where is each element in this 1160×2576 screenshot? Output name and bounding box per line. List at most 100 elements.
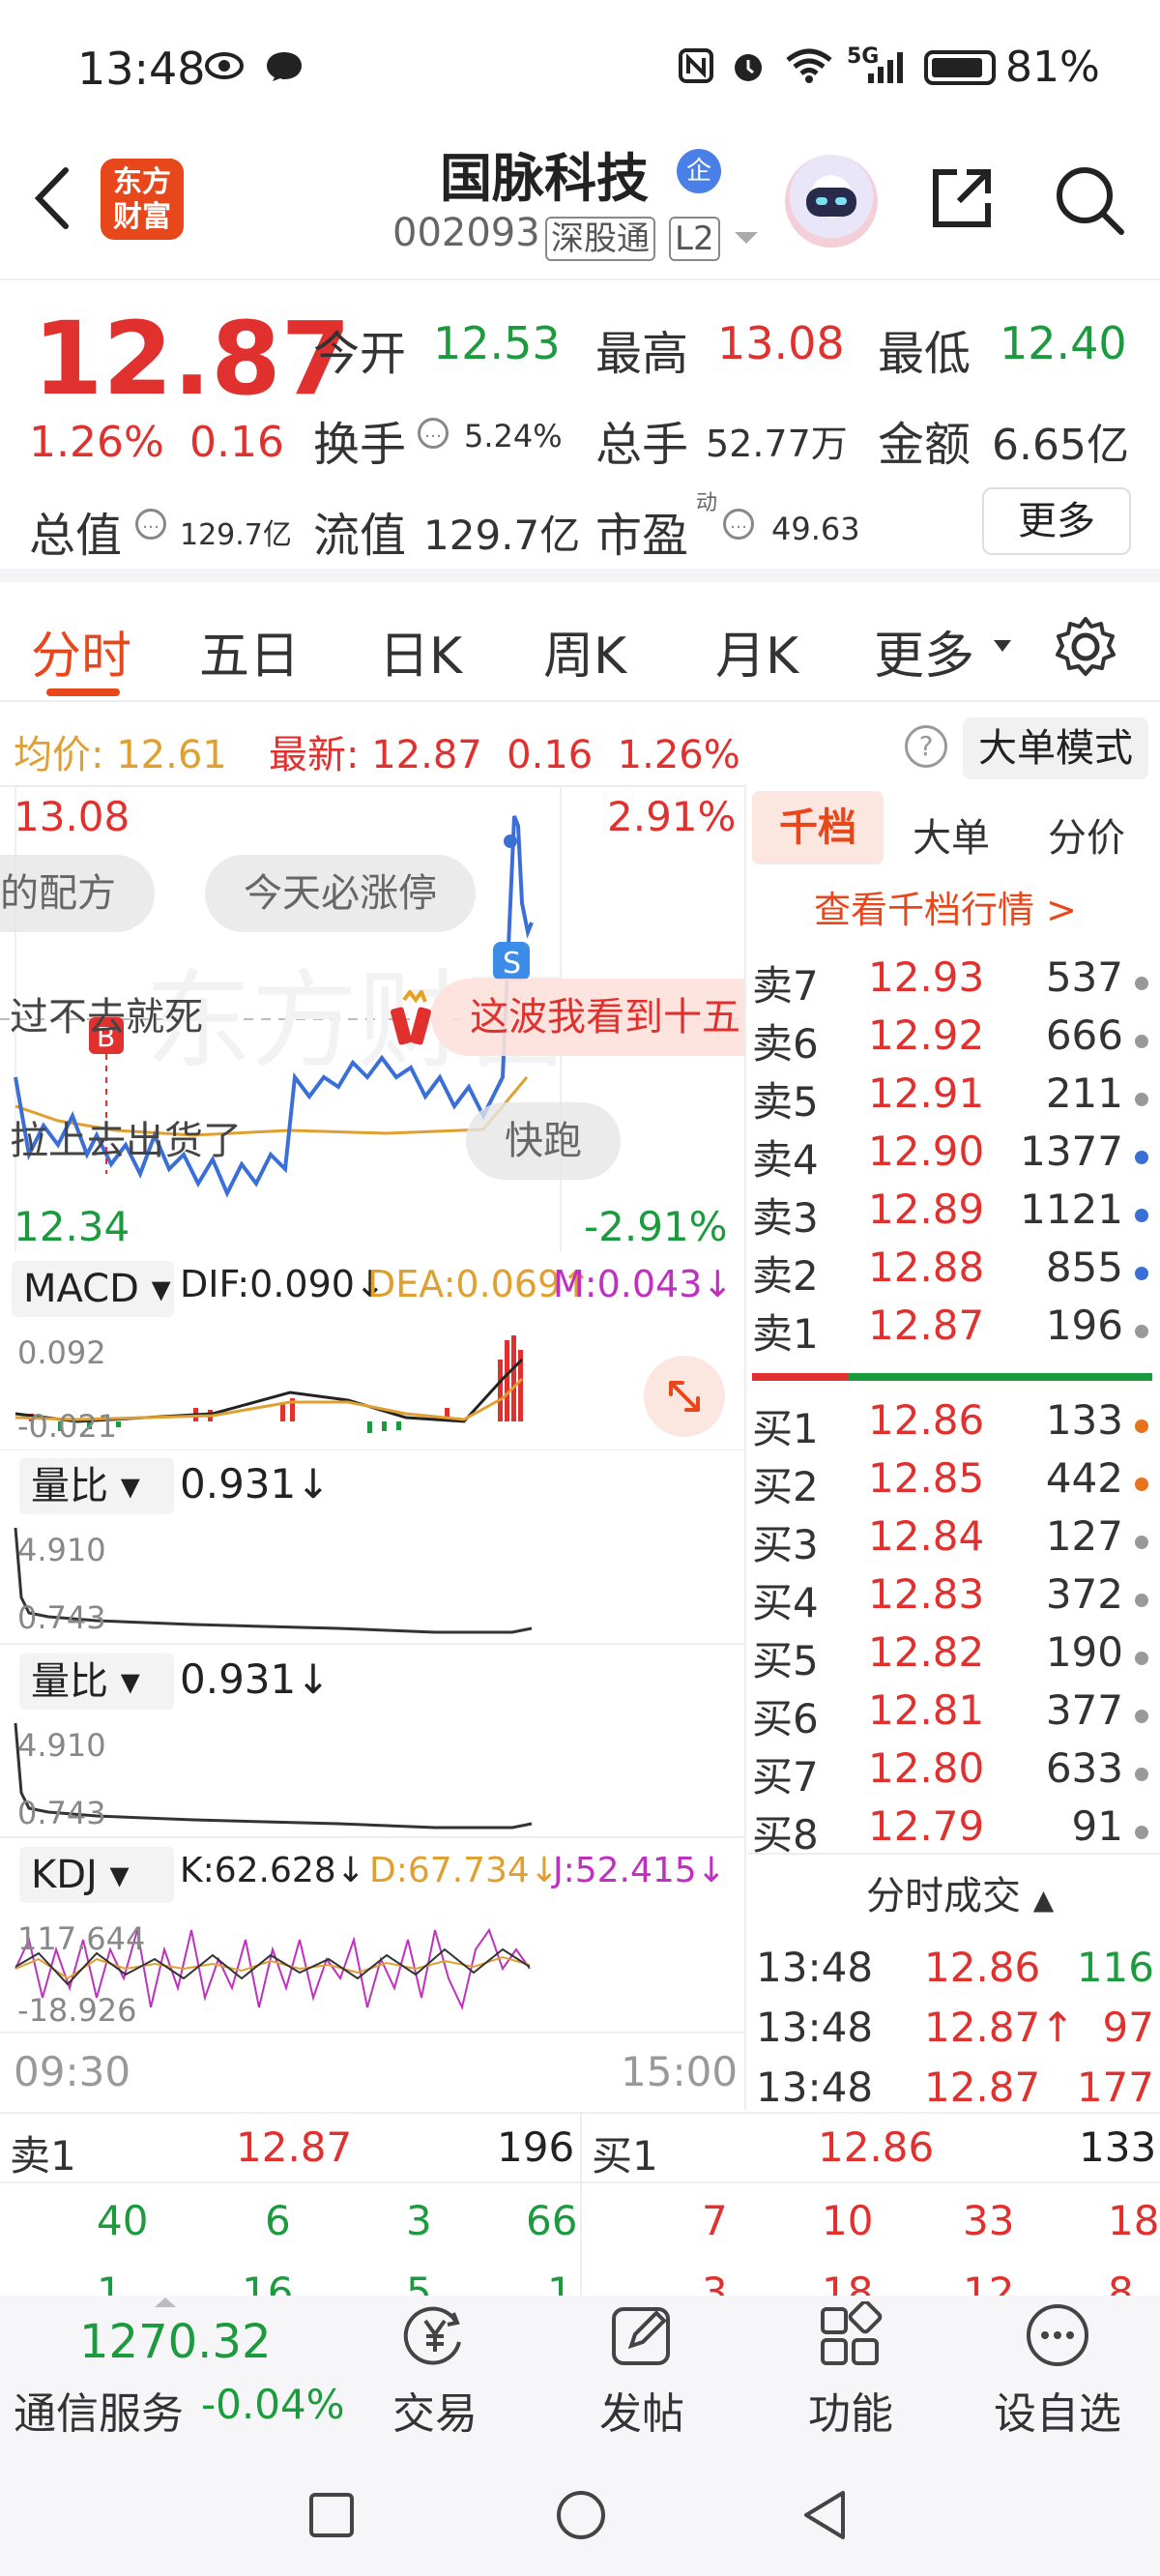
tab-monthly-k[interactable]: 月K: [715, 615, 798, 688]
level-label: 卖2: [752, 1252, 819, 1300]
info-icon[interactable]: …: [418, 418, 449, 449]
level-label: 买2: [752, 1463, 819, 1510]
caret-down-icon: [994, 640, 1011, 652]
tab-more[interactable]: 更多: [874, 615, 974, 688]
amount-label: 金额: [878, 418, 972, 472]
sector-index-value[interactable]: 1270.32: [79, 2315, 272, 2369]
assistant-avatar[interactable]: [785, 155, 878, 248]
buy-level-row[interactable]: 买3 12.84 127: [752, 1512, 1158, 1570]
volume-ratio-chart: [0, 1527, 744, 1645]
help-icon[interactable]: ?: [905, 725, 947, 768]
buy-level-row[interactable]: 买4 12.83 372: [752, 1570, 1158, 1628]
back-nav-icon[interactable]: [800, 2489, 849, 2541]
volume-ratio-selector-2[interactable]: 量比 ▾: [19, 1654, 174, 1710]
level-price: 12.90: [868, 1127, 985, 1175]
level-label: 卖3: [752, 1194, 819, 1242]
caret-up-icon[interactable]: [153, 2296, 178, 2309]
view-levels-link[interactable]: 查看千档行情 >: [814, 880, 1077, 933]
search-icon[interactable]: [1052, 162, 1125, 236]
share-icon[interactable]: [928, 164, 996, 232]
tab-daily-k[interactable]: 日K: [379, 615, 462, 688]
tab-price-distribution[interactable]: 分价: [1048, 806, 1125, 863]
sell-level-row[interactable]: 卖3 12.89 1121: [752, 1186, 1158, 1244]
more-button[interactable]: 更多: [982, 487, 1131, 555]
kdj-j: J:52.415↓: [553, 1851, 726, 1890]
post-button[interactable]: 发帖: [574, 2301, 710, 2441]
enterprise-badge[interactable]: 企: [677, 149, 721, 193]
macd-selector[interactable]: MACD ▾: [12, 1261, 174, 1317]
sell-level-row[interactable]: 卖1 12.87 196: [752, 1302, 1158, 1360]
info-icon[interactable]: …: [135, 509, 166, 540]
buy-level-row[interactable]: 买5 12.82 190: [752, 1628, 1158, 1686]
connect-tag: 深股通: [545, 217, 655, 261]
recents-icon[interactable]: [307, 2491, 356, 2539]
alarm-icon: [735, 54, 762, 81]
sell-level-row[interactable]: 卖4 12.90 1377: [752, 1127, 1158, 1186]
trade-volume: 97: [1102, 2004, 1154, 2051]
gear-icon[interactable]: [1054, 615, 1117, 679]
panel-divider: [744, 785, 746, 2110]
battery-percent: 81%: [1005, 43, 1100, 92]
mcap-value: 129.7亿: [180, 518, 292, 552]
expand-icon[interactable]: [644, 1356, 725, 1437]
volume-ratio-selector[interactable]: 量比 ▾: [19, 1458, 174, 1514]
level-volume: 1377: [1020, 1127, 1123, 1175]
avg-price: 均价: 12.61: [14, 733, 227, 777]
danmu-bubble[interactable]: 这波我看到十五: [431, 979, 744, 1056]
info-icon[interactable]: …: [723, 509, 754, 540]
functions-button[interactable]: 功能: [783, 2299, 918, 2441]
tab-intraday[interactable]: 分时: [31, 615, 131, 688]
more-circle-icon: [1027, 2304, 1088, 2366]
sell-level-row[interactable]: 卖2 12.88 855: [752, 1244, 1158, 1302]
buy-level-row[interactable]: 买7 12.80 633: [752, 1744, 1158, 1802]
level-price: 12.84: [868, 1512, 985, 1560]
buy-level-row[interactable]: 买8 12.79 91: [752, 1802, 1158, 1860]
level-price: 12.81: [868, 1686, 985, 1734]
add-watchlist-button[interactable]: 设自选: [990, 2301, 1125, 2441]
level-dot-icon: [1135, 1093, 1148, 1106]
level-price: 12.85: [868, 1454, 985, 1502]
sector-name[interactable]: 通信服务: [14, 2379, 184, 2441]
big-order-mode-button[interactable]: 大单模式: [963, 717, 1148, 779]
danmu-bubble[interactable]: 今天必涨停: [205, 855, 476, 932]
tab-five-day[interactable]: 五日: [199, 615, 300, 688]
volume-ratio-axis-bottom-2: 0.743: [17, 1795, 106, 1831]
danmu-bubble[interactable]: 拉上去出货了: [0, 1102, 280, 1180]
level2-tag[interactable]: L2: [669, 217, 720, 261]
firecracker-icon: [387, 987, 432, 1048]
queue-cell: 6: [265, 2197, 291, 2244]
sell-level-row[interactable]: 卖7 12.93 537: [752, 953, 1158, 1011]
status-bar: 13:48 5G 81%: [0, 0, 1160, 135]
home-icon[interactable]: [555, 2489, 607, 2541]
volume-ratio-axis-top-2: 4.910: [17, 1727, 106, 1764]
level-label: 买5: [752, 1637, 819, 1684]
tab-big-orders[interactable]: 大单: [913, 806, 990, 863]
trade-button[interactable]: 交易: [367, 2301, 503, 2441]
trades-title[interactable]: 分时成交 ▲: [866, 1864, 1054, 1920]
signal-icon: [868, 52, 903, 83]
sell-level-row[interactable]: 卖5 12.91 211: [752, 1069, 1158, 1127]
back-icon[interactable]: [29, 164, 77, 232]
kdj-selector[interactable]: KDJ ▾: [19, 1847, 174, 1903]
volume-ratio-axis-top: 4.910: [17, 1532, 106, 1568]
pe-superscript: 动: [696, 491, 718, 515]
danmu-bubble[interactable]: 的配方: [0, 855, 155, 932]
chart-top-pct: 2.91%: [607, 793, 737, 840]
buy-level-row[interactable]: 买6 12.81 377: [752, 1686, 1158, 1744]
buy-level-row[interactable]: 买2 12.85 442: [752, 1454, 1158, 1512]
tab-weekly-k[interactable]: 周K: [543, 615, 626, 688]
danmu-bubble[interactable]: 快跑: [466, 1102, 621, 1180]
change-amount: 0.16: [189, 418, 284, 467]
trade-row: 13:48 12.87↑ 97: [752, 2004, 1158, 2064]
trade-price: 12.87↑: [924, 2004, 1075, 2051]
queue-cell: 33: [963, 2197, 1015, 2244]
divider: [0, 2181, 1160, 2183]
tab-thousand-levels[interactable]: 千档: [752, 791, 884, 864]
danmu-bubble[interactable]: 过不去就死: [0, 979, 242, 1056]
chevron-down-icon[interactable]: [733, 228, 760, 248]
buy-level-row[interactable]: 买1 12.86 133: [752, 1396, 1158, 1454]
level-volume: 377: [1045, 1686, 1123, 1734]
sell-level-row[interactable]: 卖6 12.92 666: [752, 1011, 1158, 1069]
message-icon: [267, 52, 302, 81]
level-dot-icon: [1135, 1267, 1148, 1280]
